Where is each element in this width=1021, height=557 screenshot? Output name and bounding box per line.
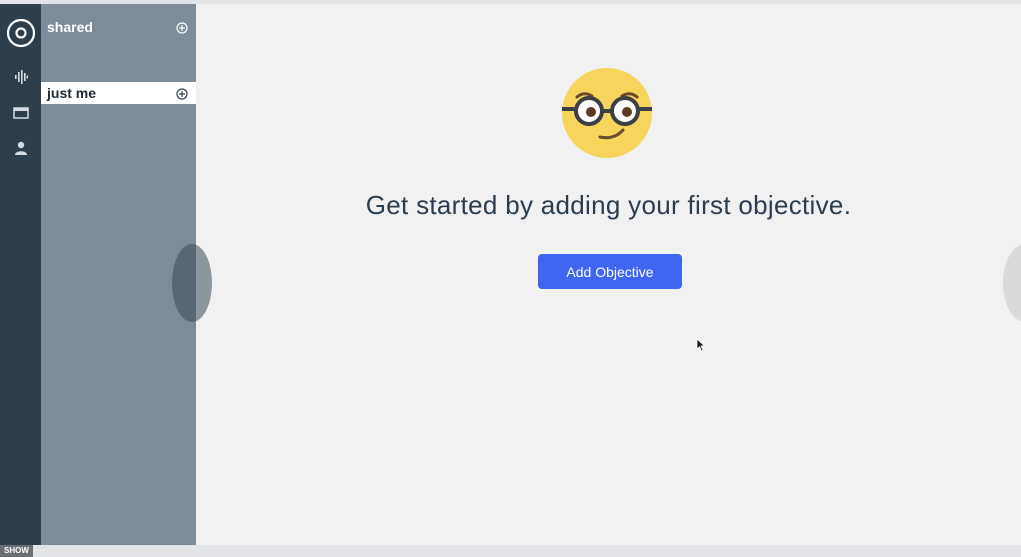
show-toggle[interactable]: SHOW bbox=[0, 545, 33, 557]
section-just-me-label: just me bbox=[47, 85, 97, 101]
add-just-me-icon[interactable] bbox=[176, 87, 188, 100]
section-shared-label: shared bbox=[47, 19, 93, 35]
add-shared-icon[interactable] bbox=[176, 21, 188, 34]
person-icon[interactable] bbox=[0, 141, 41, 155]
empty-state-heading: Get started by adding your first objecti… bbox=[365, 190, 852, 220]
section-just-me[interactable]: just me bbox=[41, 82, 196, 104]
activity-icon[interactable] bbox=[0, 70, 41, 84]
left-edge-shadow bbox=[172, 244, 212, 322]
window-icon[interactable] bbox=[0, 107, 41, 119]
right-edge-shadow bbox=[1003, 244, 1021, 322]
logo-ring-icon[interactable] bbox=[0, 18, 41, 48]
nerd-face-icon bbox=[560, 66, 654, 160]
section-shared[interactable]: shared bbox=[41, 16, 196, 38]
add-objective-button[interactable]: Add Objective bbox=[538, 254, 682, 289]
bottom-bar bbox=[0, 545, 1021, 557]
icon-rail bbox=[0, 4, 41, 545]
mouse-cursor-icon bbox=[696, 338, 706, 352]
main-area: Get started by adding your first objecti… bbox=[172, 4, 1021, 545]
